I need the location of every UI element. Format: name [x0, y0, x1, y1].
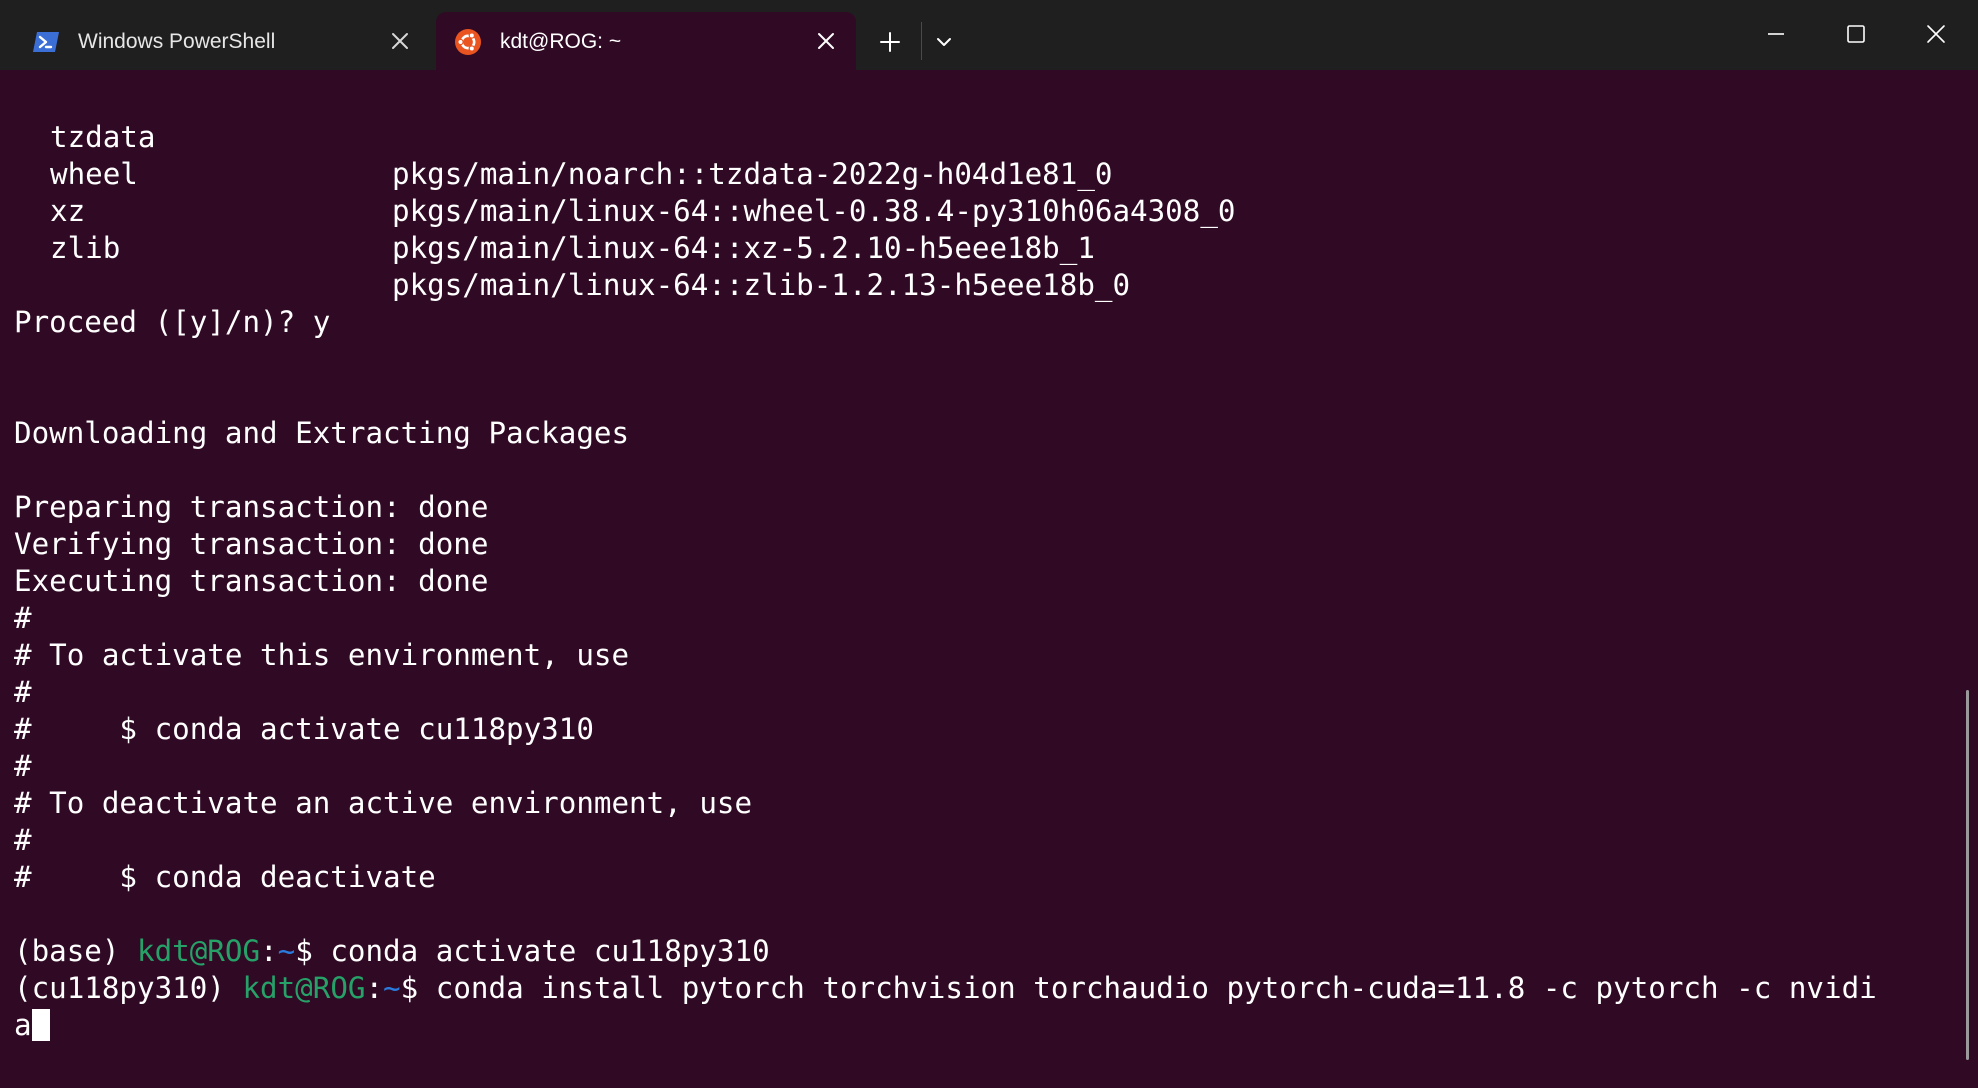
command-continuation-line[interactable]: a — [14, 1007, 50, 1044]
package-spec: pkgs/main/linux-64::zlib-1.2.13-h5eee18b… — [392, 268, 1131, 302]
comment-line: # — [14, 675, 32, 709]
chevron-down-icon — [937, 38, 951, 46]
comment-line: # $ conda activate cu118py310 — [14, 712, 594, 746]
prompt-path: ~ — [277, 934, 296, 968]
prompt-user-host: kdt@ROG — [137, 934, 261, 968]
package-spec: pkgs/main/noarch::tzdata-2022g-h04d1e81_… — [392, 157, 1113, 191]
prompt-command: conda install pytorch torchvision torcha… — [435, 971, 1877, 1005]
tab-title: kdt@ROG: ~ — [500, 30, 622, 53]
prompt-env: (base) — [14, 934, 138, 968]
minimize-button[interactable] — [1746, 10, 1806, 58]
package-spec: pkgs/main/linux-64::xz-5.2.10-h5eee18b_1 — [392, 231, 1095, 265]
text-cursor — [31, 1009, 50, 1041]
package-line: zlib pkgs/main/linux-64::zlib-1.2.13-h5e… — [14, 193, 1130, 302]
package-line: wheel pkgs/main/linux-64::wheel-0.38.4-p… — [14, 119, 1235, 228]
plus-icon — [880, 32, 900, 52]
prompt-symbol: $ — [400, 971, 436, 1005]
prompt-colon: : — [365, 971, 384, 1005]
downloading-line: Downloading and Extracting Packages — [14, 416, 630, 450]
package-line: tzdata pkgs/main/noarch::tzdata-2022g-h0… — [14, 82, 1112, 191]
terminal-output[interactable]: tzdata pkgs/main/noarch::tzdata-2022g-h0… — [0, 70, 1960, 1088]
command-continuation: a — [14, 1008, 32, 1042]
prompt-env: (cu118py310) — [14, 971, 243, 1005]
status-line: Preparing transaction: done — [14, 490, 489, 524]
prompt-line: (cu118py310) kdt@ROG:~$ conda install py… — [14, 970, 1877, 1007]
prompt-path: ~ — [383, 971, 401, 1005]
prompt-user-host: kdt@ROG — [242, 971, 366, 1005]
status-line: Executing transaction: done — [14, 564, 489, 598]
comment-line: # $ conda deactivate — [14, 860, 436, 894]
prompt-colon: : — [260, 934, 278, 968]
tab-dropdown-button[interactable] — [926, 24, 962, 60]
maximize-button[interactable] — [1826, 10, 1886, 58]
minimize-icon — [1768, 33, 1784, 35]
package-line: xz pkgs/main/linux-64::xz-5.2.10-h5eee18… — [14, 156, 1095, 265]
title-bar: Windows PowerShell kdt@ROG: ~ — [0, 0, 1978, 70]
close-window-button[interactable] — [1906, 10, 1966, 58]
comment-line: # To activate this environment, use — [14, 638, 630, 672]
comment-line: # — [14, 749, 32, 783]
package-spec: pkgs/main/linux-64::wheel-0.38.4-py310h0… — [392, 194, 1236, 228]
close-tab-icon[interactable] — [388, 29, 412, 53]
prompt-line: (base) kdt@ROG:~$ conda activate cu118py… — [14, 933, 770, 970]
comment-line: # — [14, 601, 32, 635]
new-tab-button[interactable] — [872, 24, 908, 60]
ubuntu-icon — [454, 28, 482, 56]
tab-ubuntu[interactable]: kdt@ROG: ~ — [436, 12, 856, 70]
close-tab-icon[interactable] — [814, 29, 838, 53]
tab-windows-powershell[interactable]: Windows PowerShell — [14, 12, 430, 70]
prompt-symbol: $ — [295, 934, 331, 968]
comment-line: # To deactivate an active environment, u… — [14, 786, 753, 820]
tab-separator — [921, 22, 922, 60]
scrollbar[interactable] — [1966, 690, 1969, 1060]
tab-title: Windows PowerShell — [78, 30, 276, 53]
terminal-window: Windows PowerShell kdt@ROG: ~ tzdata pkg… — [0, 0, 1978, 1088]
powershell-icon — [32, 28, 60, 56]
close-icon — [1927, 25, 1945, 43]
package-name: zlib — [50, 231, 121, 265]
prompt-command: conda activate cu118py310 — [330, 934, 770, 968]
comment-line: # — [14, 823, 32, 857]
maximize-icon — [1847, 25, 1865, 43]
status-line: Verifying transaction: done — [14, 527, 489, 561]
proceed-prompt: Proceed ([y]/n)? y — [14, 305, 331, 339]
